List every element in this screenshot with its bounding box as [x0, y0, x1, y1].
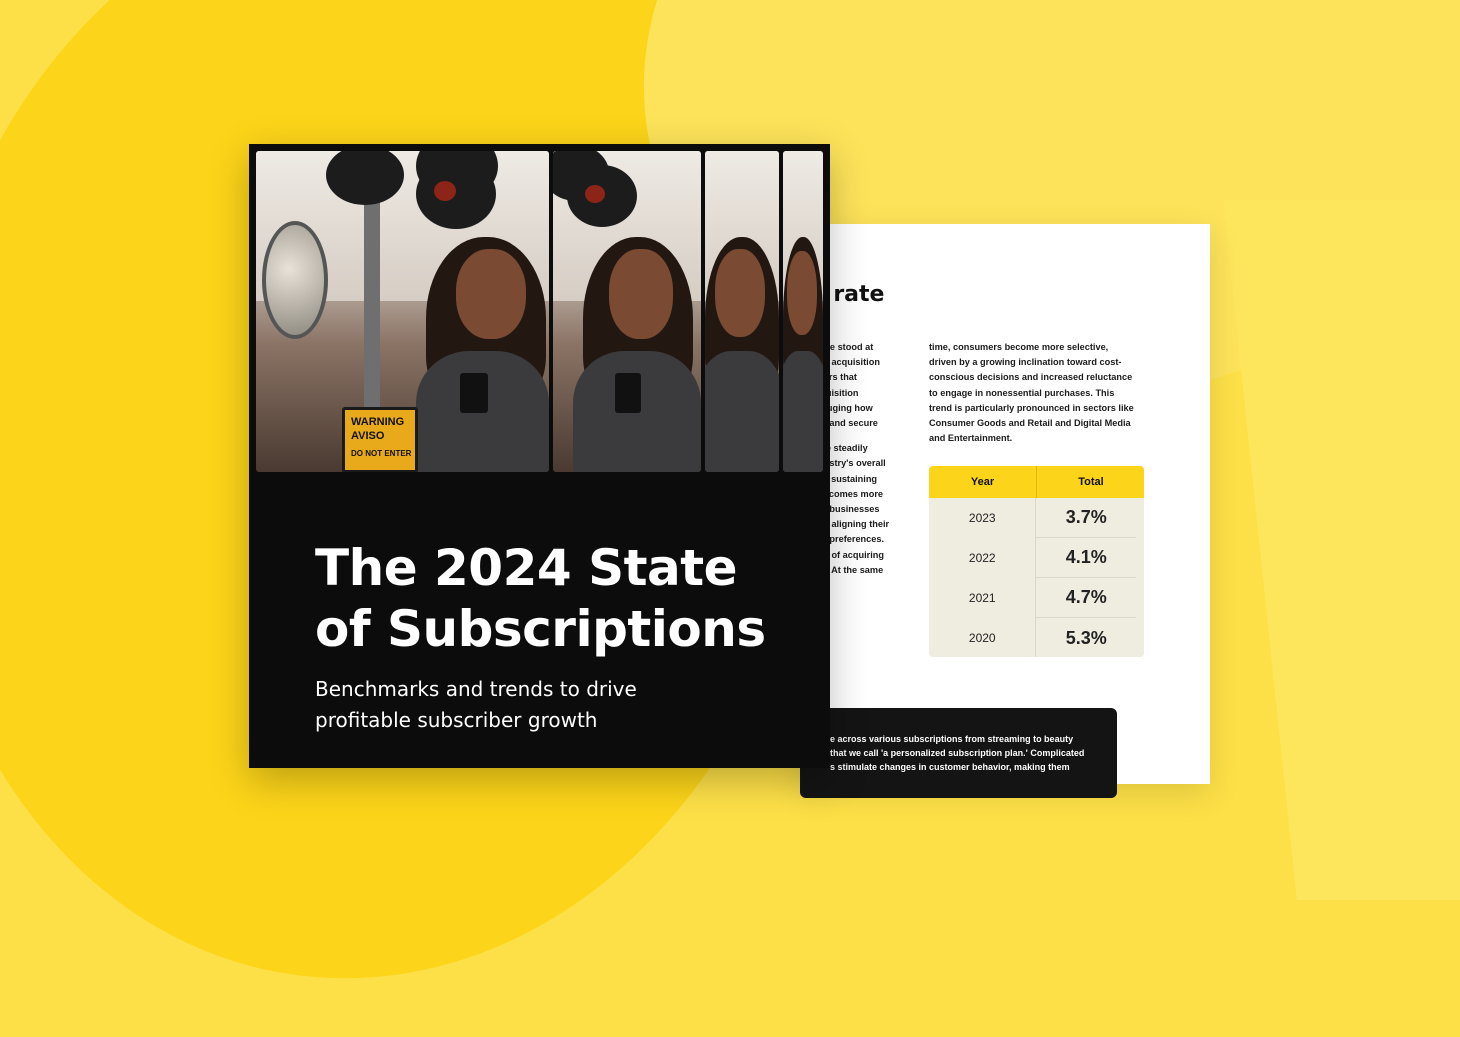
- mirror-shape: [262, 221, 328, 339]
- cover-photo-slice: [705, 151, 779, 472]
- table-row: 2023 3.7%: [929, 498, 1144, 538]
- column-header-year: Year: [929, 466, 1037, 498]
- quote-callout: e across various subscriptions from stre…: [800, 708, 1117, 798]
- cover-photo-slice: [783, 151, 823, 472]
- table-row: 2020 5.3%: [929, 618, 1144, 657]
- cover-photo-slice: [553, 151, 701, 472]
- table-row: 2022 4.1%: [929, 538, 1144, 578]
- report-title: The 2024 State of Subscriptions: [315, 539, 766, 658]
- total-cell: 4.7%: [1036, 578, 1136, 618]
- sign-text: AVISO: [351, 430, 385, 442]
- year-cell: 2023: [929, 498, 1037, 538]
- total-cell: 3.7%: [1036, 498, 1136, 538]
- phone-shape: [460, 373, 488, 413]
- table-row: 2021 4.7%: [929, 578, 1144, 618]
- right-text-column: time, consumers become more selective, d…: [929, 342, 1134, 444]
- total-cell: 4.1%: [1036, 538, 1136, 578]
- warning-sign: WARNING AVISO DO NOT ENTER: [342, 407, 418, 472]
- red-signal: [434, 181, 456, 201]
- year-cell: 2021: [929, 578, 1037, 618]
- traffic-light: [416, 159, 496, 229]
- person-face: [456, 249, 526, 339]
- churn-rate-table: Year Total 2023 3.7% 2022 4.1% 2021 4.7%…: [929, 466, 1144, 657]
- year-cell: 2022: [929, 538, 1037, 578]
- background-swoosh: [1223, 200, 1460, 900]
- sign-text: WARNING: [351, 416, 405, 428]
- report-subtitle: Benchmarks and trends to drive profitabl…: [315, 677, 637, 732]
- table-header: Year Total: [929, 466, 1144, 498]
- column-header-total: Total: [1078, 476, 1104, 488]
- cover-photo-main: WARNING AVISO DO NOT ENTER: [256, 151, 549, 472]
- report-cover: WARNING AVISO DO NOT ENTER The 2024 Stat…: [249, 144, 830, 768]
- year-cell: 2020: [929, 618, 1037, 657]
- sign-text: DO NOT ENTER: [351, 449, 412, 458]
- total-cell: 5.3%: [1065, 627, 1107, 648]
- report-inner-page: n rate n rate stood at , the acquisition…: [800, 224, 1210, 798]
